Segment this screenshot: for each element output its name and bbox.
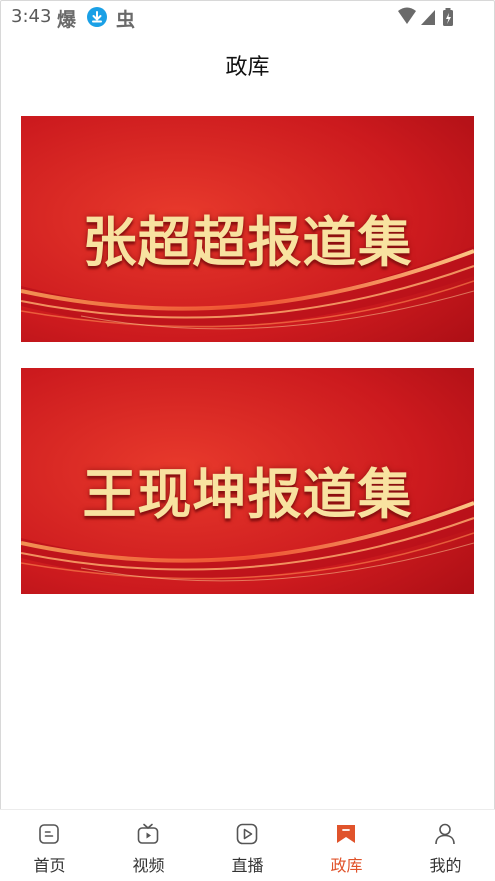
banner-title: 王现坤报道集 bbox=[82, 462, 413, 526]
status-time: 3:43 bbox=[11, 6, 52, 27]
tab-mine[interactable]: 我的 bbox=[396, 810, 495, 881]
tab-label: 直播 bbox=[231, 856, 264, 875]
page-title: 政库 bbox=[225, 55, 270, 80]
wifi-signal-battery-icon bbox=[398, 7, 453, 26]
tab-video[interactable]: 视频 bbox=[99, 810, 198, 881]
tab-label: 视频 bbox=[132, 856, 165, 875]
tab-label: 首页 bbox=[33, 856, 66, 875]
status-indicators bbox=[397, 7, 467, 27]
tab-label: 政库 bbox=[330, 856, 363, 875]
report-collection-banner-1[interactable]: 张超超报道集 bbox=[21, 116, 474, 342]
status-bar: 3:43 爆 虫 bbox=[0, 0, 495, 34]
banner-title: 张超超报道集 bbox=[82, 210, 413, 274]
app-notification-icon: 爆 bbox=[57, 9, 77, 31]
person-icon bbox=[435, 823, 455, 845]
home-icon bbox=[39, 824, 59, 844]
tab-live[interactable]: 直播 bbox=[198, 810, 297, 881]
bug-notification-icon: 虫 bbox=[116, 9, 136, 31]
report-collection-banner-2[interactable]: 王现坤报道集 bbox=[21, 368, 474, 594]
play-icon bbox=[236, 823, 258, 845]
tab-zhengku[interactable]: 政库 bbox=[297, 810, 396, 881]
download-icon bbox=[87, 7, 107, 27]
bottom-tab-bar: 首页 视频 直播 政库 我的 bbox=[0, 809, 495, 881]
tab-label: 我的 bbox=[429, 856, 462, 875]
bookmark-icon bbox=[337, 825, 355, 843]
tv-icon bbox=[137, 823, 159, 844]
tab-home[interactable]: 首页 bbox=[0, 810, 99, 881]
